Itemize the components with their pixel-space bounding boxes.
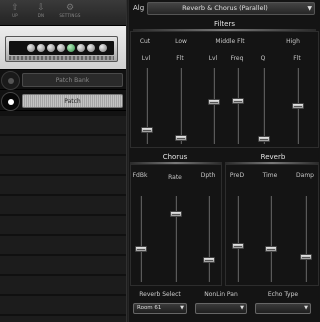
amp-knob xyxy=(57,44,65,52)
amp-control-panel xyxy=(9,41,114,55)
slider-label: Q xyxy=(260,55,266,62)
patch-chain-pane: ⇧ UP ⇩ DN ⚙ SETTINGS Patch Bank Patch xyxy=(0,0,126,322)
slider-thumb[interactable] xyxy=(141,127,153,134)
slider-thumb[interactable] xyxy=(135,246,147,253)
nonlin-pan-dropdown[interactable]: ▼ xyxy=(195,303,247,314)
slider-track[interactable] xyxy=(208,196,210,282)
chain-dot-icon xyxy=(7,77,14,84)
chevron-down-icon: ▼ xyxy=(180,305,184,311)
slider-label: Rate xyxy=(168,174,182,181)
amp-knob xyxy=(87,44,95,52)
slider-thumb[interactable] xyxy=(175,134,187,141)
chevron-down-icon: ▼ xyxy=(304,305,308,311)
reverb-select-label: Reverb Select xyxy=(139,291,181,298)
slider-thumb[interactable] xyxy=(265,246,277,253)
chain-node[interactable] xyxy=(1,71,20,90)
chain-row-patch: Patch xyxy=(0,92,126,111)
amp-block[interactable] xyxy=(0,26,126,70)
slider-label: PreD xyxy=(229,172,245,179)
slider-track[interactable] xyxy=(263,68,265,144)
slider-thumb[interactable] xyxy=(208,99,220,106)
amp-knob xyxy=(67,44,75,52)
amp-knob xyxy=(37,44,45,52)
slider-thumb[interactable] xyxy=(232,97,244,104)
slider-thumb[interactable] xyxy=(203,256,215,263)
cut-label: Cut xyxy=(139,38,151,45)
slider-thumb[interactable] xyxy=(232,242,244,249)
slider-label: Flt xyxy=(176,55,184,62)
patch-bank-button[interactable]: Patch Bank xyxy=(22,73,123,87)
amp-image xyxy=(5,36,118,62)
move-up-button[interactable]: ⇧ UP xyxy=(3,3,27,23)
slider-track[interactable] xyxy=(180,68,182,144)
chain-toolbar: ⇧ UP ⇩ DN ⚙ SETTINGS xyxy=(0,0,126,26)
reverb-title: Reverb xyxy=(260,153,286,161)
algorithm-value: Reverb & Chorus (Parallel) xyxy=(182,4,268,12)
gear-icon: ⚙ xyxy=(65,3,75,13)
slider-thumb[interactable] xyxy=(300,254,312,261)
slider-label: Dpth xyxy=(200,172,216,179)
settings-button[interactable]: ⚙ SETTINGS xyxy=(57,3,83,23)
effect-editor: Alg Reverb & Chorus (Parallel) ▼ Filters… xyxy=(129,0,320,322)
reverb-select-dropdown[interactable]: Room 61 ▼ xyxy=(133,303,187,314)
echo-type-label: Echo Type xyxy=(267,291,299,298)
high-group-label: High xyxy=(286,38,300,45)
slider-track[interactable] xyxy=(175,196,177,282)
empty-chain-slots xyxy=(0,116,126,322)
slider-label: Lvl xyxy=(208,55,218,62)
slider-label: Freq xyxy=(230,55,244,62)
slider-thumb[interactable] xyxy=(170,211,182,218)
filters-panel xyxy=(130,31,319,148)
chevron-down-icon: ▼ xyxy=(307,5,312,12)
slider-track[interactable] xyxy=(270,196,272,282)
amp-knob xyxy=(47,44,55,52)
slider-track[interactable] xyxy=(213,68,215,144)
chain-node[interactable] xyxy=(1,92,20,111)
slider-label: Damp xyxy=(296,172,314,179)
chain-dot-icon xyxy=(7,98,14,105)
filters-title: Filters xyxy=(214,20,235,28)
slider-thumb[interactable] xyxy=(258,135,270,142)
slider-track[interactable] xyxy=(237,196,239,282)
amp-grill xyxy=(9,56,114,60)
chevron-down-icon: ▼ xyxy=(240,305,244,311)
patch-button[interactable]: Patch xyxy=(22,94,123,108)
algorithm-select[interactable]: Reverb & Chorus (Parallel) ▼ xyxy=(147,2,315,15)
slider-label: Lvl xyxy=(141,55,151,62)
move-down-button[interactable]: ⇩ DN xyxy=(29,3,53,23)
algorithm-label: Alg xyxy=(133,4,145,12)
chorus-title: Chorus xyxy=(162,153,188,161)
slider-track[interactable] xyxy=(305,196,307,282)
algorithm-row: Alg Reverb & Chorus (Parallel) ▼ xyxy=(129,2,320,16)
chain-row-patch-bank: Patch Bank xyxy=(0,71,126,90)
slider-label: Flt xyxy=(293,55,301,62)
amp-knob xyxy=(27,44,35,52)
slider-track[interactable] xyxy=(237,68,239,144)
nonlin-pan-label: NonLin Pan xyxy=(204,291,238,298)
echo-type-dropdown[interactable]: ▼ xyxy=(255,303,311,314)
amp-knob xyxy=(99,44,107,52)
slider-label: FdBk xyxy=(132,172,148,179)
reverb-select-value: Room 61 xyxy=(137,305,162,311)
low-group-label: Low xyxy=(175,38,187,45)
arrow-up-icon: ⇧ xyxy=(11,3,19,13)
slider-thumb[interactable] xyxy=(292,103,304,109)
middle-filter-group-label: Middle Flt xyxy=(215,38,245,45)
slider-track[interactable] xyxy=(140,196,142,282)
amp-knob xyxy=(77,44,85,52)
slider-label: Time xyxy=(262,172,278,179)
arrow-down-icon: ⇩ xyxy=(37,3,45,13)
